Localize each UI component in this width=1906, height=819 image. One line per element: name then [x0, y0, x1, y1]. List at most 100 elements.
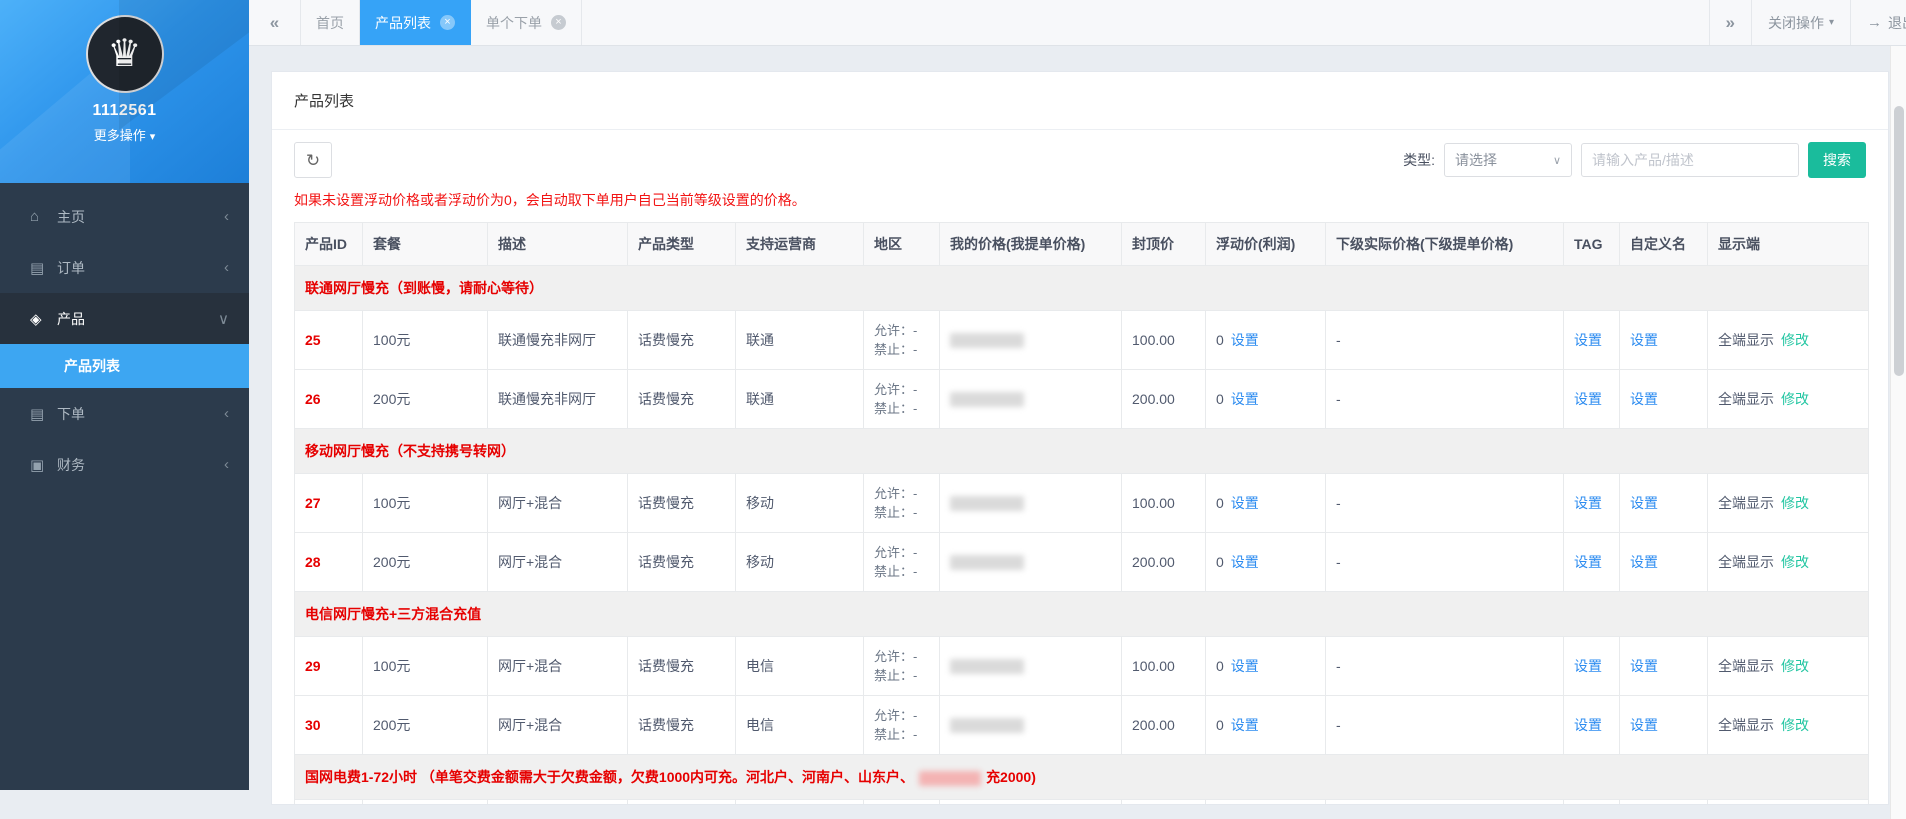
- tag-set-link[interactable]: 设置: [1574, 495, 1602, 511]
- cap-price-cell: [1121, 799, 1206, 804]
- chevron-left-icon: ‹: [224, 208, 229, 225]
- product-id-cell: 30: [294, 695, 363, 755]
- refresh-icon: ↻: [305, 150, 321, 170]
- product-row: 28 200元 网厅+混合 话费慢充 移动 允许：- 禁止：- 200.00 0 设置 - 设置 设置全…: [294, 532, 1869, 592]
- region-deny-value: 禁止：-: [874, 668, 918, 683]
- display-side-modify-link[interactable]: 修改: [1781, 717, 1809, 733]
- sidebar-item-home[interactable]: ⌂ 主页 ‹: [0, 191, 249, 242]
- tab-label: 首页: [316, 14, 344, 31]
- search-button[interactable]: 搜索: [1808, 142, 1866, 178]
- tab-home[interactable]: 首页: [301, 0, 360, 45]
- type-select-value: 请选择: [1455, 152, 1497, 168]
- display-side-modify-link[interactable]: 修改: [1781, 332, 1809, 348]
- custom-name-set-link[interactable]: 设置: [1630, 495, 1658, 511]
- region-allow-value: 允许：-: [874, 382, 918, 397]
- double-chevron-right-icon: »: [1725, 12, 1735, 32]
- tag-set-link[interactable]: 设置: [1574, 332, 1602, 348]
- float-price-set-link[interactable]: 设置: [1231, 391, 1259, 407]
- carrier-cell: [735, 799, 864, 804]
- display-side-value: 全端显示: [1718, 554, 1774, 570]
- search-input[interactable]: [1581, 143, 1799, 177]
- page-title: 产品列表: [272, 72, 1888, 130]
- my-price-cell: [939, 310, 1122, 370]
- column-header: 描述: [487, 222, 628, 266]
- group-title: 联通网厅慢充（到账慢，请耐心等待）: [305, 280, 543, 296]
- tabs-scroll-left-button[interactable]: «: [249, 0, 301, 45]
- more-operations-label: 更多操作: [93, 128, 146, 143]
- column-header: 产品ID: [294, 222, 363, 266]
- logout-button[interactable]: → 退出: [1850, 0, 1906, 45]
- tag-set-link[interactable]: 设置: [1574, 717, 1602, 733]
- product-row: 25 100元 联通慢充非网厅 话费慢充 联通 允许：- 禁止：- 100.00 0 设置 - 设置设…: [294, 310, 1869, 370]
- close-tab-icon[interactable]: ×: [440, 15, 455, 30]
- sidebar-item-finance[interactable]: ▣ 财务 ‹: [0, 439, 249, 490]
- sidebar: ♛ 1112561 更多操作 ▾ ⌂ 主页 ‹ ▤ 订单 ‹ ◈ 产品 ∨ 产品列…: [0, 0, 249, 790]
- close-operations-dropdown[interactable]: 关闭操作 ▾: [1750, 0, 1850, 45]
- carrier-cell: 电信: [735, 636, 864, 696]
- display-side-modify-link[interactable]: 修改: [1781, 554, 1809, 570]
- sidebar-item-orders[interactable]: ▤ 订单 ‹: [0, 242, 249, 293]
- plan-cell: 200元: [362, 369, 488, 429]
- type-filter-label: 类型:: [1403, 152, 1435, 168]
- caret-down-icon: ▾: [1828, 17, 1834, 28]
- type-select[interactable]: 请选择 ∨: [1444, 143, 1572, 177]
- tag-set-link[interactable]: 设置: [1574, 391, 1602, 407]
- sidebar-item-place-order[interactable]: ▤ 下单 ‹: [0, 388, 249, 439]
- group-title: 国网电费1-72小时 （单笔交费金额需大于欠费金额，欠费1000内可充。河北户、…: [305, 769, 915, 785]
- close-tab-icon[interactable]: ×: [551, 15, 566, 30]
- carrier-cell: 移动: [735, 532, 864, 592]
- display-side-modify-link[interactable]: 修改: [1781, 658, 1809, 674]
- tag-cell: 设置: [1563, 532, 1620, 592]
- custom-name-set-link[interactable]: 设置: [1630, 717, 1658, 733]
- description-cell: 网厅+混合: [487, 473, 628, 533]
- sidebar-subitem-product-list[interactable]: 产品列表: [0, 344, 249, 388]
- topbar: « 首页 产品列表 × 单个下单 × » 关闭操作 ▾ → 退出: [249, 0, 1906, 46]
- censored-price: [950, 659, 1024, 675]
- display-side-modify-link[interactable]: 修改: [1781, 495, 1809, 511]
- sidebar-item-label: 财务: [57, 456, 85, 473]
- custom-name-cell: 设置: [1619, 473, 1708, 533]
- chevron-left-icon: ‹: [224, 456, 229, 473]
- float-price-set-link[interactable]: 设置: [1231, 717, 1259, 733]
- tag-cell: 设置: [1563, 369, 1620, 429]
- tag-set-link[interactable]: 设置: [1574, 658, 1602, 674]
- custom-name-set-link[interactable]: 设置: [1630, 332, 1658, 348]
- product-table: 产品ID 套餐 描述 产品类型 支持运营商 地区 我的价格(我提单价格) 封顶价 浮动价(利润)…: [294, 222, 1869, 804]
- scrollbar-track[interactable]: [1890, 46, 1906, 819]
- custom-name-cell: 设置: [1619, 695, 1708, 755]
- scrollbar-thumb[interactable]: [1894, 106, 1904, 376]
- custom-name-cell: 设置: [1619, 636, 1708, 696]
- display-side-modify-link[interactable]: 修改: [1781, 391, 1809, 407]
- float-price-set-link[interactable]: 设置: [1231, 332, 1259, 348]
- home-icon: ⌂: [30, 208, 40, 225]
- display-side-cell: 全端显示 修改: [1707, 369, 1869, 429]
- tab-product-list[interactable]: 产品列表 ×: [360, 0, 471, 45]
- custom-name-set-link[interactable]: 设置: [1630, 658, 1658, 674]
- tag-cell: 设置: [1563, 636, 1620, 696]
- product-type-cell: 话费慢充: [627, 695, 736, 755]
- more-operations-dropdown[interactable]: 更多操作 ▾: [0, 125, 249, 144]
- cube-icon: ◈: [30, 310, 42, 328]
- refresh-button[interactable]: ↻: [294, 142, 332, 178]
- description-cell: 网厅+混合: [487, 532, 628, 592]
- display-side-value: 全端显示: [1718, 391, 1774, 407]
- tab-label: 产品列表: [375, 14, 431, 31]
- float-price-set-link[interactable]: 设置: [1231, 495, 1259, 511]
- custom-name-set-link[interactable]: 设置: [1630, 391, 1658, 407]
- float-price-cell: 0 设置: [1205, 532, 1326, 592]
- display-side-value: 全端显示: [1718, 658, 1774, 674]
- tabs-scroll-right-button[interactable]: »: [1708, 0, 1751, 45]
- region-allow-value: 允许：-: [874, 323, 918, 338]
- tab-single-order[interactable]: 单个下单 ×: [471, 0, 582, 45]
- sidebar-item-products[interactable]: ◈ 产品 ∨: [0, 293, 249, 344]
- carrier-cell: 联通: [735, 369, 864, 429]
- product-type-cell: 话费慢充: [627, 369, 736, 429]
- custom-name-set-link[interactable]: 设置: [1630, 554, 1658, 570]
- product-type-cell: [627, 799, 736, 804]
- description-cell: 网厅+混合: [487, 695, 628, 755]
- chevron-left-icon: ‹: [224, 259, 229, 276]
- float-price-set-link[interactable]: 设置: [1231, 554, 1259, 570]
- tag-cell: 设置: [1563, 695, 1620, 755]
- float-price-set-link[interactable]: 设置: [1231, 658, 1259, 674]
- tag-set-link[interactable]: 设置: [1574, 554, 1602, 570]
